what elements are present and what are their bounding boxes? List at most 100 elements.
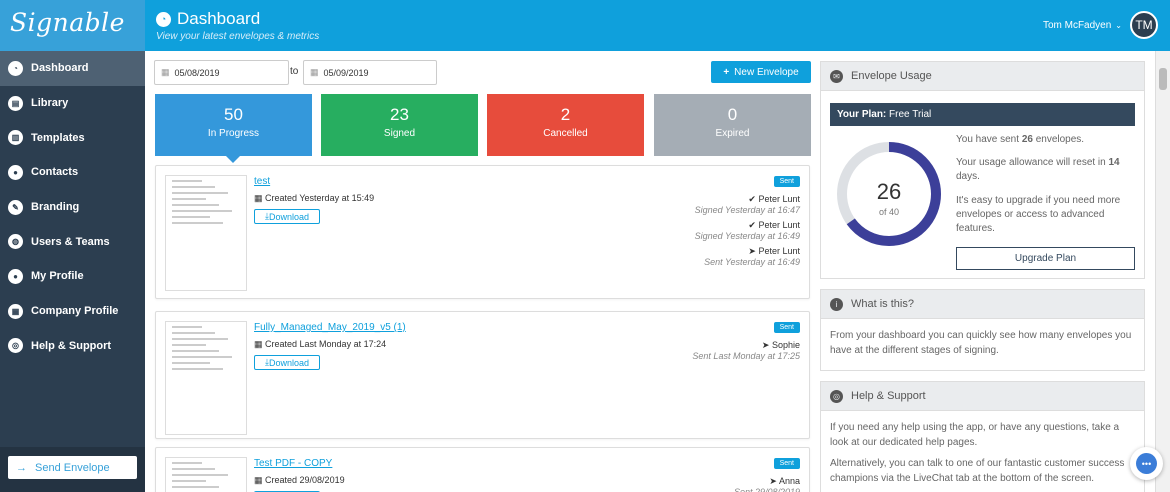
download-button[interactable]: ⤓ Download: [254, 355, 320, 370]
usage-sent-prefix: You have sent: [956, 134, 1020, 145]
stat-card-signed[interactable]: 23 Signed: [321, 94, 478, 156]
what-is-this-header: i What is this?: [821, 290, 1144, 319]
signer-entry: ➤ Sophie Sent Last Monday at 17:25: [692, 340, 800, 361]
page-subtitle: View your latest envelopes & metrics: [156, 31, 320, 42]
lifebuoy-icon: ◎: [8, 338, 23, 354]
sidebar: Signable ◔ Dashboard ▤ Library ▥ Templates ● Co…: [0, 0, 145, 492]
usage-upgrade-text: It's easy to upgrade if you need more en…: [956, 195, 1121, 234]
building-icon: ▦: [8, 303, 23, 319]
book-icon: ▤: [8, 95, 23, 111]
document-thumbnail[interactable]: [165, 321, 247, 435]
send-icon: ➤: [748, 246, 759, 256]
stat-card-in-progress[interactable]: 50 In Progress: [155, 94, 312, 163]
stat-card-expired[interactable]: 0 Expired: [654, 94, 811, 156]
sidebar-item-label: Contacts: [31, 166, 79, 179]
stat-label: Cancelled: [543, 128, 588, 139]
plan-label: Your Plan:: [837, 109, 887, 120]
envelope-card: test ▦ Created Yesterday at 15:49 ⤓ Downlo…: [155, 165, 810, 299]
status-badge: Sent: [773, 322, 800, 333]
plus-icon: +: [723, 66, 730, 78]
livechat-button[interactable]: •••: [1130, 447, 1163, 480]
envelope-created-text: Created Last Monday at 17:24: [265, 339, 387, 349]
gauge-icon: ◔: [156, 11, 171, 27]
download-label: Download: [268, 211, 309, 222]
sidebar-item-branding[interactable]: ✎ Branding: [0, 190, 145, 225]
envelope-created-text: Created Yesterday at 15:49: [265, 193, 375, 203]
sidebar-item-label: Branding: [31, 201, 80, 214]
envelope-card: Test PDF - COPY▦ Created 29/08/2019⤓ Dow…: [155, 447, 810, 492]
send-envelope-label: Send Envelope: [35, 461, 110, 474]
usage-reset-text: Your usage allowance will reset in 14 da…: [956, 156, 1136, 184]
signer-name: Peter Lunt: [758, 220, 800, 230]
new-envelope-label: New Envelope: [734, 66, 799, 78]
upgrade-plan-button[interactable]: Upgrade Plan: [956, 247, 1135, 270]
usage-reset-days: 14: [1108, 157, 1120, 168]
active-stat-pointer: [226, 156, 240, 163]
scrollbar-thumb[interactable]: [1159, 68, 1167, 90]
check-icon: ✔: [748, 220, 759, 230]
usage-count: 26: [877, 179, 901, 204]
user-menu[interactable]: Tom McFadyen ⌄ TM: [1043, 11, 1158, 39]
help-support-title: Help & Support: [851, 390, 926, 402]
what-is-this-body: From your dashboard you can quickly see …: [830, 330, 1132, 356]
usage-sent-count: 26: [1021, 134, 1033, 145]
send-envelope-button[interactable]: → Send Envelope: [8, 456, 137, 479]
envelope-name-link[interactable]: test: [254, 176, 270, 187]
stat-value: 2: [560, 105, 571, 124]
arrow-right-icon: →: [16, 461, 27, 474]
envelope-usage-panel: ✉ Envelope Usage Your Plan: Free Trial 2…: [820, 61, 1145, 279]
sidebar-item-library[interactable]: ▤ Library: [0, 86, 145, 121]
envelope-name-link[interactable]: Test PDF - COPY: [254, 458, 332, 469]
date-to-input[interactable]: ▦ 05/09/2019: [303, 60, 437, 85]
sidebar-item-users-teams[interactable]: ◍ Users & Teams: [0, 224, 145, 259]
signer-name: Peter Lunt: [758, 194, 800, 204]
stat-card-cancelled[interactable]: 2 Cancelled: [487, 94, 644, 156]
download-button[interactable]: ⤓ Download: [254, 209, 320, 224]
signer-status: Sent Last Monday at 17:25: [692, 351, 800, 361]
scrollbar[interactable]: [1155, 51, 1170, 492]
signable-logo[interactable]: Signable: [0, 0, 145, 51]
help-text-2: Alternatively, you can talk to one of ou…: [830, 458, 1125, 484]
avatar[interactable]: TM: [1130, 11, 1158, 39]
plan-bar: Your Plan: Free Trial: [830, 103, 1135, 126]
signer-name: Sophie: [771, 340, 800, 350]
help-support-header: ◎ Help & Support: [821, 382, 1144, 411]
usage-donut-chart: 26 of 40: [837, 142, 941, 246]
brush-icon: ✎: [8, 199, 23, 215]
stat-label: Expired: [715, 128, 750, 139]
contact-icon: ●: [8, 164, 23, 180]
date-from-value: 05/08/2019: [174, 67, 220, 78]
envelope-name-link[interactable]: Fully_Managed_May_2019_v5 (1): [254, 322, 406, 333]
download-label: Download: [268, 357, 309, 368]
date-range-separator: to: [290, 66, 299, 77]
lifebuoy-icon: ◎: [830, 389, 843, 403]
document-thumbnail[interactable]: [165, 175, 247, 291]
envelope-created: ▦ Created Yesterday at 15:49: [254, 193, 374, 204]
new-envelope-button[interactable]: + New Envelope: [711, 61, 811, 83]
sidebar-item-my-profile[interactable]: ● My Profile: [0, 259, 145, 294]
what-is-this-title: What is this?: [851, 298, 914, 310]
usage-sent-text: You have sent 26 envelopes.: [956, 133, 1136, 147]
stat-label: Signed: [383, 128, 416, 139]
signer-entry: ➤ Anna Sent 29/08/2019: [734, 476, 800, 492]
date-from-input[interactable]: ▦ 05/08/2019: [154, 60, 289, 85]
file-icon: ▥: [8, 130, 23, 146]
help-support-body: If you need any help using the app, or h…: [821, 411, 1144, 492]
sidebar-nav: ◔ Dashboard ▤ Library ▥ Templates ● Contacts ✎ Br…: [0, 51, 145, 363]
sidebar-item-company-profile[interactable]: ▦ Company Profile: [0, 294, 145, 329]
sidebar-item-templates[interactable]: ▥ Templates: [0, 120, 145, 155]
envelope-card: Fully_Managed_May_2019_v5 (1) ▦ Created L…: [155, 311, 810, 439]
sidebar-item-label: Users & Teams: [31, 235, 110, 248]
sidebar-item-help-support[interactable]: ◎ Help & Support: [0, 329, 145, 364]
sidebar-item-label: Help & Support: [31, 339, 112, 352]
sidebar-item-dashboard[interactable]: ◔ Dashboard: [0, 51, 145, 86]
sidebar-item-contacts[interactable]: ● Contacts: [0, 155, 145, 190]
signer-status: Signed Yesterday at 16:49: [694, 231, 800, 241]
gauge-icon: ◔: [8, 60, 23, 76]
page-title: ◔ Dashboard: [156, 9, 260, 29]
signer-name: Peter Lunt: [758, 246, 800, 256]
signer-status: Sent Yesterday at 16:49: [704, 257, 800, 267]
document-thumbnail[interactable]: [165, 457, 247, 492]
sidebar-item-label: Dashboard: [31, 62, 89, 75]
header-bar: ◔ Dashboard View your latest envelopes &…: [145, 0, 1170, 51]
